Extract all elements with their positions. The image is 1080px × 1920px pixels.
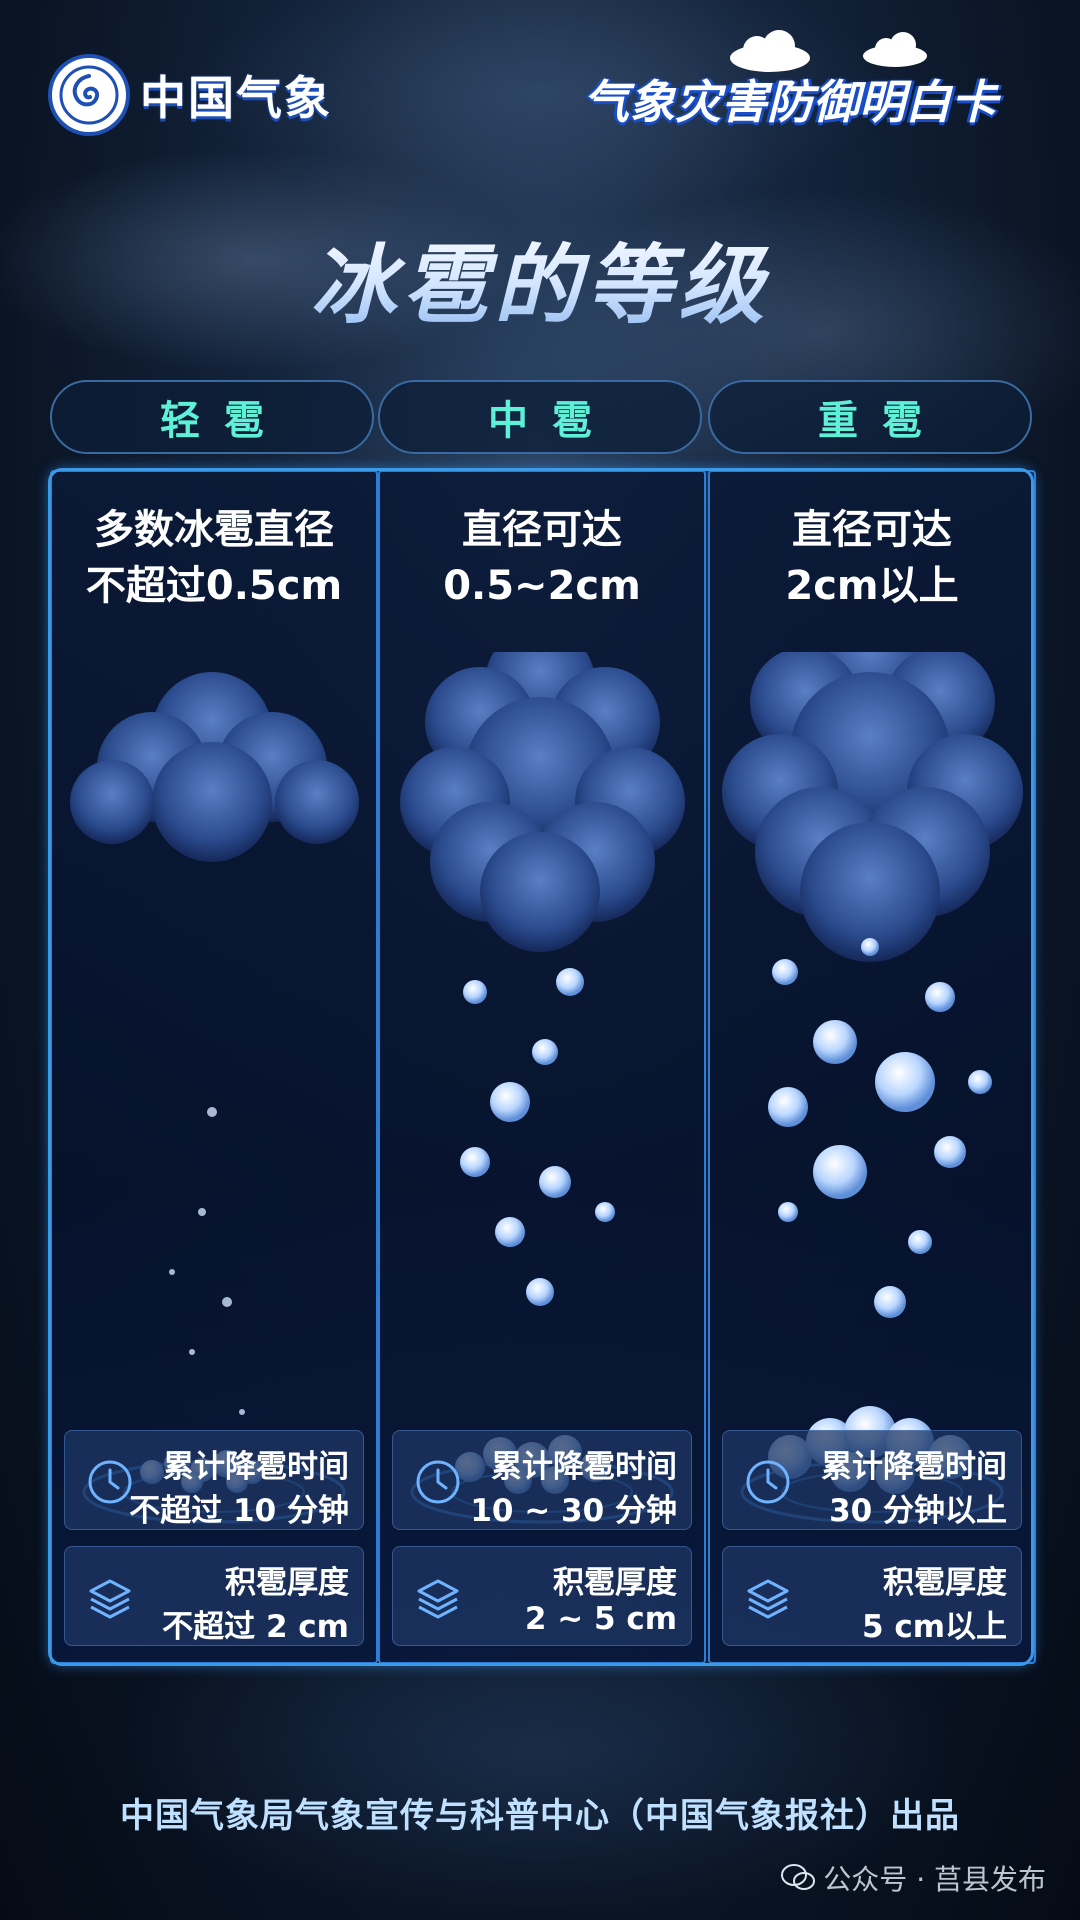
tab-medium-hail: 中雹	[378, 380, 702, 454]
hail-depth-box: 积雹厚度 2 ~ 5 cm	[392, 1546, 692, 1646]
duration-value: 不超过 10 分钟	[129, 1493, 349, 1529]
card-title: 气象灾害防御明白卡	[583, 75, 997, 129]
description-line: 不超过0.5cm	[85, 563, 343, 609]
duration-label: 累计降雹时间	[491, 1449, 677, 1485]
hail-depth-box: 积雹厚度 不超过 2 cm	[64, 1546, 364, 1646]
clock-icon	[416, 1460, 460, 1504]
duration-label: 累计降雹时间	[821, 1449, 1007, 1485]
tab-heavy-hail: 重雹	[708, 380, 1032, 454]
hail-depth-box: 积雹厚度 5 cm以上	[722, 1546, 1022, 1646]
layers-icon	[417, 1579, 459, 1619]
description-line: 0.5~2cm	[443, 563, 641, 609]
tab-light-hail: 轻雹	[50, 380, 374, 454]
duration-value: 30 分钟以上	[829, 1493, 1007, 1529]
column-description: 多数冰雹直径 不超过0.5cm	[52, 502, 376, 614]
description-line: 直径可达	[792, 507, 952, 553]
layers-icon	[747, 1579, 789, 1619]
wechat-icon	[781, 1864, 816, 1890]
column-description: 直径可达 2cm以上	[710, 502, 1034, 614]
depth-label: 积雹厚度	[553, 1565, 677, 1601]
page-title: 冰雹的等级	[0, 215, 1080, 340]
duration-label: 累计降雹时间	[163, 1449, 349, 1485]
watermark-text: 公众号 · 莒县发布	[823, 1863, 1046, 1896]
footer-credit: 中国气象局气象宣传与科普中心（中国气象报社）出品	[120, 1796, 960, 1836]
duration-value: 10 ~ 30 分钟	[470, 1493, 677, 1529]
clock-icon	[88, 1460, 132, 1504]
logo-text: 中国气象	[140, 71, 332, 125]
watermark: 公众号 · 莒县发布	[781, 1858, 1046, 1898]
column-heavy-hail: 直径可达 2cm以上 累计降雹时间 30 分钟以上 积雹厚度 5 cm以上	[708, 470, 1036, 1664]
depth-value: 不超过 2 cm	[162, 1609, 349, 1645]
layers-icon	[89, 1579, 131, 1619]
column-description: 直径可达 0.5~2cm	[380, 502, 704, 614]
cma-logo-icon	[48, 54, 130, 136]
clock-icon	[746, 1460, 790, 1504]
depth-value: 2 ~ 5 cm	[524, 1601, 677, 1637]
description-line: 2cm以上	[785, 563, 959, 609]
hail-duration-box: 累计降雹时间 30 分钟以上	[722, 1430, 1022, 1530]
cma-logo: 中国气象	[48, 54, 332, 136]
depth-label: 积雹厚度	[225, 1565, 349, 1601]
description-line: 直径可达	[462, 507, 622, 553]
hail-duration-box: 累计降雹时间 10 ~ 30 分钟	[392, 1430, 692, 1530]
depth-label: 积雹厚度	[883, 1565, 1007, 1601]
depth-value: 5 cm以上	[861, 1609, 1007, 1645]
column-light-hail: 多数冰雹直径 不超过0.5cm 累计降雹时间 不超过 10 分钟 积雹厚度 不超…	[50, 470, 378, 1664]
column-medium-hail: 直径可达 0.5~2cm 累计降雹时间 10 ~ 30 分钟 积雹厚度 2 ~ …	[378, 470, 706, 1664]
description-line: 多数冰雹直径	[94, 507, 334, 553]
hail-duration-box: 累计降雹时间 不超过 10 分钟	[64, 1430, 364, 1530]
